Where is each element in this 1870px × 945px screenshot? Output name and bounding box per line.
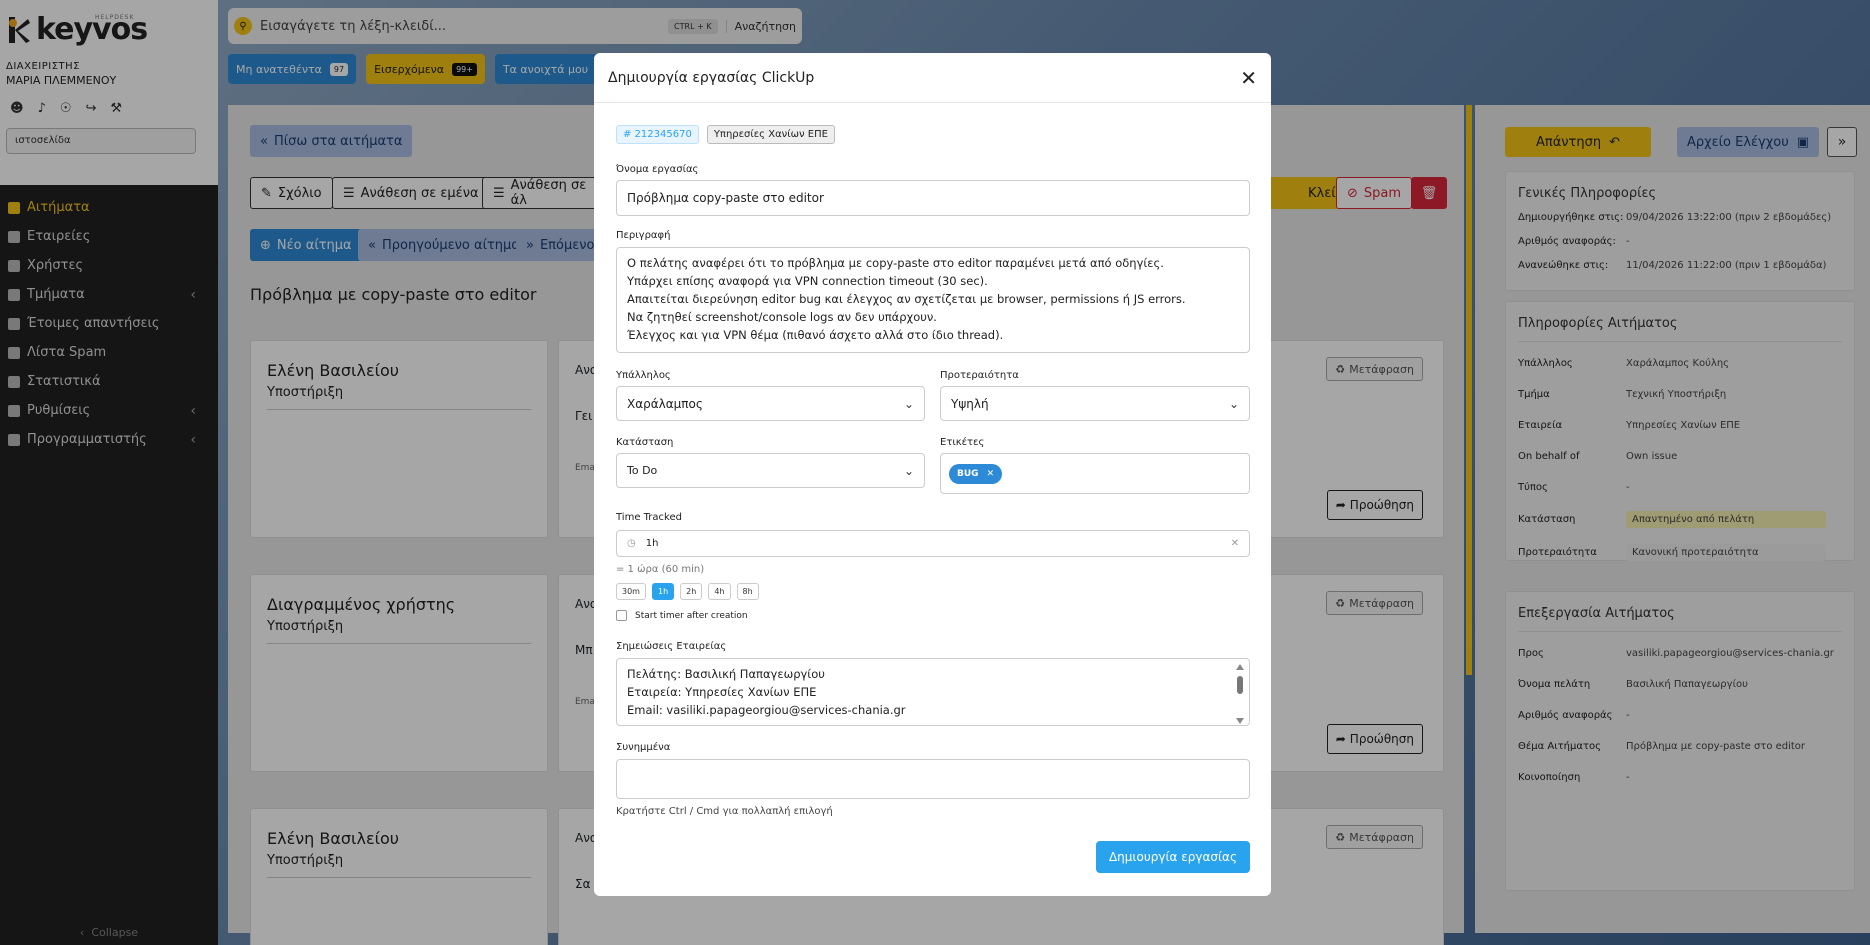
notes-line: Πελάτης: Βασιλική Παπαγεωργίου	[627, 667, 825, 681]
close-icon[interactable]: ✕	[1240, 66, 1257, 90]
description-textarea[interactable]: Ο πελάτης αναφέρει ότι το πρόβλημα με co…	[616, 247, 1250, 353]
priority-value: Υψηλή	[951, 396, 989, 411]
checkbox-label: Start timer after creation	[635, 610, 748, 621]
tags-input[interactable]: BUG ✕	[940, 453, 1250, 494]
checkbox[interactable]	[616, 610, 627, 621]
notes-line: Εταιρεία: Υπηρεσίες Χανίων ΕΠΕ	[627, 685, 817, 699]
description-line: Ο πελάτης αναφέρει ότι το πρόβλημα με co…	[627, 256, 1164, 270]
chevron-down-icon: ⌄	[1228, 396, 1239, 411]
status-select[interactable]: To Do ⌄	[616, 453, 925, 488]
ticket-tags: # 212345670 Υπηρεσίες Χανίων ΕΠΕ	[616, 125, 835, 144]
company-tag: Υπηρεσίες Χανίων ΕΠΕ	[706, 125, 835, 144]
clear-icon[interactable]: ✕	[1231, 538, 1239, 549]
modal-header: Δημιουργία εργασίας ClickUp ✕	[594, 53, 1271, 103]
notes-line: Email: vasiliki.papageorgiou@services-ch…	[627, 703, 906, 717]
task-name-label: Όνομα εργασίας	[616, 164, 699, 175]
task-name-input[interactable]: Πρόβλημα copy-paste στο editor	[616, 180, 1250, 216]
attachments-hint: Κρατήστε Ctrl / Cmd για πολλαπλή επιλογή	[616, 806, 833, 817]
priority-label: Προτεραιότητα	[940, 370, 1019, 381]
quick-time-2h[interactable]: 2h	[680, 583, 703, 600]
close-icon[interactable]: ✕	[987, 469, 995, 479]
quick-time-30m[interactable]: 30m	[616, 583, 646, 600]
attachments-input[interactable]	[616, 759, 1250, 799]
modal-title: Δημιουργία εργασίας ClickUp	[608, 69, 815, 86]
description-label: Περιγραφή	[616, 230, 671, 241]
company-notes-textarea[interactable]: Πελάτης: Βασιλική Παπαγεωργίου Εταιρεία:…	[616, 658, 1250, 726]
quick-time-1h[interactable]: 1h	[651, 583, 675, 600]
time-hint: = 1 ώρα (60 min)	[616, 564, 705, 575]
employee-value: Χαράλαμπος	[627, 396, 703, 411]
chevron-down-icon: ⌄	[903, 463, 914, 478]
time-value: 1h	[645, 538, 659, 549]
description-line: Απαιτείται διερεύνηση editor bug και έλε…	[627, 292, 1186, 306]
description-line: Έλεγχος και για VPN θέμα (πιθανό άσχετο …	[627, 328, 1004, 342]
description-line: Υπάρχει επίσης αναφορά για VPN connectio…	[627, 274, 988, 288]
company-notes-label: Σημειώσεις Εταιρείας	[616, 641, 727, 652]
tags-label: Ετικέτες	[940, 437, 985, 448]
status-label: Κατάσταση	[616, 437, 674, 448]
create-task-button[interactable]: Δημιουργία εργασίας	[1096, 841, 1250, 873]
employee-label: Υπάλληλος	[616, 370, 671, 381]
start-timer-checkbox[interactable]: Start timer after creation	[616, 610, 748, 621]
clock-icon: ◷	[627, 538, 636, 549]
status-value: To Do	[627, 464, 658, 477]
priority-select[interactable]: Υψηλή ⌄	[940, 386, 1250, 421]
time-tracked-input[interactable]: ◷ 1h ✕	[616, 530, 1250, 557]
time-tracked-label: Time Tracked	[616, 512, 682, 523]
chevron-down-icon: ⌄	[903, 396, 914, 411]
attachments-label: Συνημμένα	[616, 742, 671, 753]
employee-select[interactable]: Χαράλαμπος ⌄	[616, 386, 925, 421]
clickup-task-modal: Δημιουργία εργασίας ClickUp ✕ # 21234567…	[594, 53, 1271, 896]
quick-time-8h[interactable]: 8h	[736, 583, 759, 600]
quick-time-4h[interactable]: 4h	[708, 583, 731, 600]
ticket-id-tag: # 212345670	[616, 125, 699, 144]
quick-time-buttons: 30m 1h 2h 4h 8h	[616, 583, 759, 600]
bug-tag[interactable]: BUG ✕	[949, 463, 1003, 484]
description-line: Να ζητηθεί screenshot/console logs αν δε…	[627, 310, 937, 324]
tag-label: BUG	[957, 468, 979, 479]
scrollbar[interactable]	[1235, 663, 1245, 725]
